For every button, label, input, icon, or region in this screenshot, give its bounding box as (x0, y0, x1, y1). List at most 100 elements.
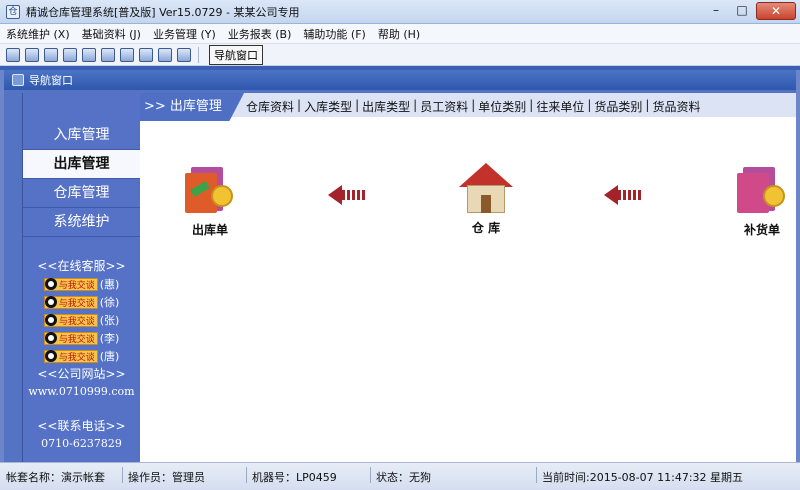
qq-penguin-icon (44, 296, 57, 308)
qq-penguin-icon (44, 350, 57, 362)
monitor-icon[interactable] (101, 47, 115, 62)
qq-contact-name: (徐) (99, 296, 120, 309)
sidebar-item-system[interactable]: 系统维护 (23, 208, 140, 237)
link-separator: | (529, 98, 534, 112)
edit-icon[interactable] (82, 47, 96, 62)
qq-contact[interactable]: 与我交谈 (惠) (23, 275, 140, 293)
section-title: >> 出库管理 (140, 93, 244, 121)
stock-out-doc-icon (183, 163, 237, 217)
qq-contact-name: (唐) (99, 350, 120, 363)
warehouse-label: 仓 库 (471, 221, 501, 235)
link-stock-in-type[interactable]: 入库类型 (304, 98, 352, 115)
sidebar: 入库管理 出库管理 仓库管理 系统维护 <<在线客服>> 与我交谈 (惠) 与我… (22, 93, 140, 462)
warehouse-house-icon (459, 163, 513, 215)
support-title: <<在线客服>> (37, 259, 126, 273)
main-content: >> 出库管理 仓库资料 | 入库类型 | 出库类型 | 员工资料 | 单位类别… (140, 93, 796, 462)
link-warehouse-info[interactable]: 仓库资料 (246, 98, 294, 115)
window-arrange-icon[interactable] (44, 47, 58, 62)
window-tile-icon[interactable] (25, 47, 39, 62)
print-icon[interactable] (139, 47, 153, 62)
sidebar-item-stock-in[interactable]: 入库管理 (23, 121, 140, 150)
link-goods-info[interactable]: 货品资料 (652, 98, 700, 115)
app-icon: 仓 (6, 4, 20, 19)
replenish-order-button[interactable]: 补货单 (732, 163, 792, 238)
sidebar-item-warehouse[interactable]: 仓库管理 (23, 179, 140, 208)
stock-out-order-label: 出库单 (191, 223, 228, 237)
link-separator: | (355, 98, 360, 112)
qq-chat-label: 与我交谈 (58, 280, 95, 291)
arrow-left-icon (604, 185, 644, 205)
qq-chat-label: 与我交谈 (58, 298, 95, 309)
qq-chat-badge[interactable]: 与我交谈 (43, 349, 98, 363)
close-button[interactable]: ✕ (756, 2, 796, 20)
support-panel: <<在线客服>> 与我交谈 (惠) 与我交谈 (徐) 与我交谈 (张) 与我交谈… (23, 257, 140, 453)
link-separator: | (471, 98, 476, 112)
link-employee-info[interactable]: 员工资料 (420, 98, 468, 115)
link-separator: | (297, 98, 302, 112)
status-machine: 机器号：LP0459 (252, 471, 337, 484)
qq-penguin-icon (44, 332, 57, 344)
qq-contact[interactable]: 与我交谈 (唐) (23, 347, 140, 365)
link-stock-out-type[interactable]: 出库类型 (362, 98, 410, 115)
status-operator: 操作员：管理员 (128, 471, 205, 484)
sidebar-item-stock-out[interactable]: 出库管理 (23, 150, 140, 179)
qq-chat-badge[interactable]: 与我交谈 (43, 277, 98, 291)
nav-window-icon (12, 74, 24, 86)
nav-window-button[interactable]: 导航窗口 (209, 44, 263, 65)
status-divider (246, 467, 247, 483)
phone-title: <<联系电话>> (37, 419, 126, 433)
qq-chat-badge[interactable]: 与我交谈 (43, 295, 98, 309)
stock-out-order-button[interactable]: 出库单 (180, 163, 240, 238)
menu-basic-data[interactable]: 基础资料 (J) (82, 26, 141, 42)
site-title: <<公司网站>> (37, 367, 126, 381)
menu-reports[interactable]: 业务报表 (B) (228, 26, 292, 42)
inner-window-title: 导航窗口 (29, 74, 73, 87)
link-goods-category[interactable]: 货品类别 (594, 98, 642, 115)
qq-contact-name: (惠) (99, 278, 120, 291)
qq-contact-name: (张) (99, 314, 120, 327)
site-url-link[interactable]: www.0710999.com (23, 383, 140, 401)
title-bar[interactable]: 仓 精诚仓库管理系统[普及版] Ver15.0729 - 某某公司专用 – □ … (0, 0, 800, 24)
inner-window-header[interactable]: 导航窗口 (4, 70, 796, 90)
minimize-button[interactable]: – (704, 2, 728, 20)
maximize-button[interactable]: □ (730, 2, 754, 20)
menu-help[interactable]: 帮助 (H) (378, 26, 420, 42)
status-divider (370, 467, 371, 483)
qq-chat-badge[interactable]: 与我交谈 (43, 313, 98, 327)
status-divider (536, 467, 537, 483)
exit-icon[interactable] (177, 47, 191, 62)
qq-penguin-icon (44, 278, 57, 290)
status-state: 状态：无狗 (376, 471, 431, 484)
window-controls: – □ ✕ (704, 2, 796, 20)
link-separator: | (645, 98, 650, 112)
help-icon[interactable] (158, 47, 172, 62)
replenish-doc-icon (735, 163, 789, 217)
window-title: 精诚仓库管理系统[普及版] Ver15.0729 - 某某公司专用 (26, 5, 300, 19)
status-time: 当前时间:2015-08-07 11:47:32 星期五 (542, 471, 744, 484)
save-icon[interactable] (120, 47, 134, 62)
link-separator: | (587, 98, 592, 112)
quick-links: 仓库资料 | 入库类型 | 出库类型 | 员工资料 | 单位类别 | 往来单位 … (246, 98, 700, 115)
menu-system[interactable]: 系统维护 (X) (6, 26, 70, 42)
content-tab-strip: >> 出库管理 仓库资料 | 入库类型 | 出库类型 | 员工资料 | 单位类别… (140, 93, 796, 121)
menu-tools[interactable]: 辅助功能 (F) (303, 26, 365, 42)
phone-number: 0710-6237829 (41, 437, 122, 450)
warehouse-button[interactable]: 仓 库 (456, 163, 516, 236)
link-separator: | (413, 98, 418, 112)
menu-business[interactable]: 业务管理 (Y) (153, 26, 216, 42)
qq-chat-label: 与我交谈 (58, 352, 95, 363)
qq-chat-label: 与我交谈 (58, 334, 95, 345)
link-partners[interactable]: 往来单位 (536, 98, 584, 115)
window-cascade-icon[interactable] (6, 47, 20, 62)
replenish-order-label: 补货单 (743, 223, 780, 237)
arrow-left-icon (328, 185, 368, 205)
toolbar-separator (198, 46, 199, 63)
link-unit-category[interactable]: 单位类别 (478, 98, 526, 115)
refresh-icon[interactable] (63, 47, 77, 62)
toolbar: 导航窗口 (0, 44, 800, 66)
qq-contact[interactable]: 与我交谈 (张) (23, 311, 140, 329)
qq-contact[interactable]: 与我交谈 (徐) (23, 293, 140, 311)
qq-contact-name: (李) (99, 332, 120, 345)
qq-chat-badge[interactable]: 与我交谈 (43, 331, 98, 345)
qq-contact[interactable]: 与我交谈 (李) (23, 329, 140, 347)
